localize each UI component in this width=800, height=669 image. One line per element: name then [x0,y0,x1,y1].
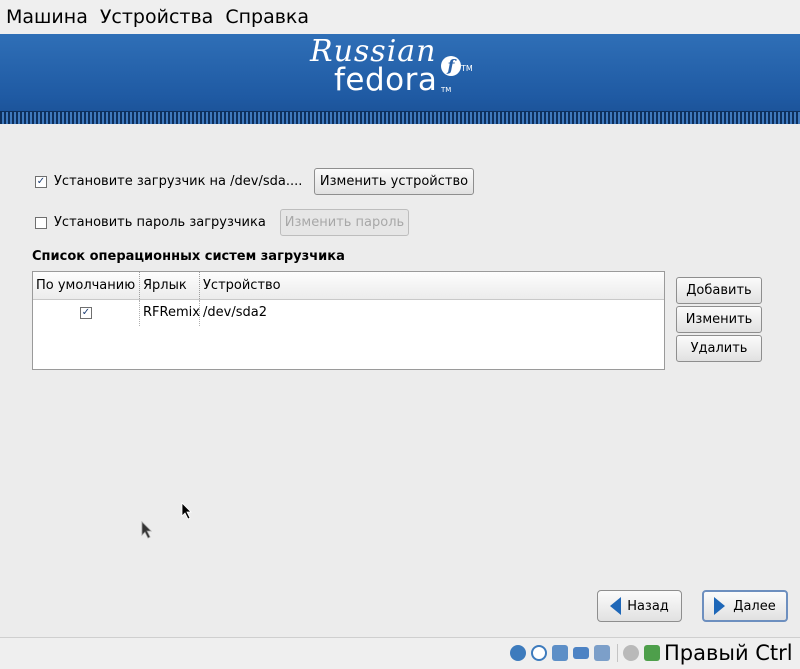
next-label: Далее [733,598,776,614]
os-list-title: Список операционных систем загрузчика [32,249,345,264]
edit-button[interactable]: Изменить [676,306,762,333]
menu-bar: Машина Устройства Справка [0,0,800,34]
back-button[interactable]: Назад [597,590,682,622]
default-os-checkbox[interactable]: ✓ [80,307,92,319]
status-divider [617,644,618,662]
arrow-left-icon [610,597,627,615]
menu-help[interactable]: Справка [219,0,315,34]
logo-fedora-text: fedora [334,62,438,98]
label-cell: RFRemix [140,300,200,326]
arrow-right-icon [714,597,733,615]
logo-trademark-2: TM [441,86,452,94]
hard-disk-icon[interactable] [510,645,526,661]
menu-devices[interactable]: Устройства [94,0,219,34]
default-cell: ✓ [33,300,140,326]
fedora-logo-icon: f [441,56,461,76]
mouse-cursor-icon-2 [141,521,152,539]
logo-trademark: TM [461,64,473,73]
host-key-label: Правый Ctrl [664,641,793,665]
change-password-button[interactable]: Изменить пароль [280,209,409,236]
table-row[interactable]: ✓ RFRemix /dev/sda2 [33,300,664,326]
install-loader-checkbox[interactable]: ✓ [35,175,47,188]
install-loader-row: ✓ Установите загрузчик на /dev/sda.... [35,174,302,189]
change-device-button[interactable]: Изменить устройство [314,168,474,195]
loader-password-checkbox[interactable] [35,216,47,229]
network-icon[interactable] [552,645,568,661]
shared-folder-icon[interactable] [573,647,589,659]
column-header-label[interactable]: Ярлык [140,272,200,299]
loader-password-row: Установить пароль загрузчика [35,215,266,230]
column-header-default[interactable]: По умолчанию [33,272,140,299]
menu-machine[interactable]: Машина [0,0,94,34]
installer-banner: Russian fedora f TM TM [0,34,800,124]
banner-stripe [0,111,800,124]
loader-password-label: Установить пароль загрузчика [54,215,266,230]
optical-disc-icon[interactable] [531,645,547,661]
os-list-table: По умолчанию Ярлык Устройство ✓ RFRemix … [32,271,665,370]
status-icons [510,644,665,662]
delete-button[interactable]: Удалить [676,335,762,362]
table-header: По умолчанию Ярлык Устройство [33,272,664,300]
install-loader-label: Установите загрузчик на /dev/sda.... [54,174,303,189]
add-button[interactable]: Добавить [676,277,762,304]
mouse-cursor-icon [181,502,192,520]
usb-icon[interactable] [594,645,610,661]
back-label: Назад [627,598,669,614]
device-cell: /dev/sda2 [203,305,267,320]
host-key-arrow-icon[interactable] [644,645,660,661]
column-header-device[interactable]: Устройство [200,272,664,299]
vm-status-bar: Правый Ctrl [0,637,800,669]
next-button[interactable]: Далее [702,590,788,622]
mouse-integration-icon[interactable] [623,645,639,661]
